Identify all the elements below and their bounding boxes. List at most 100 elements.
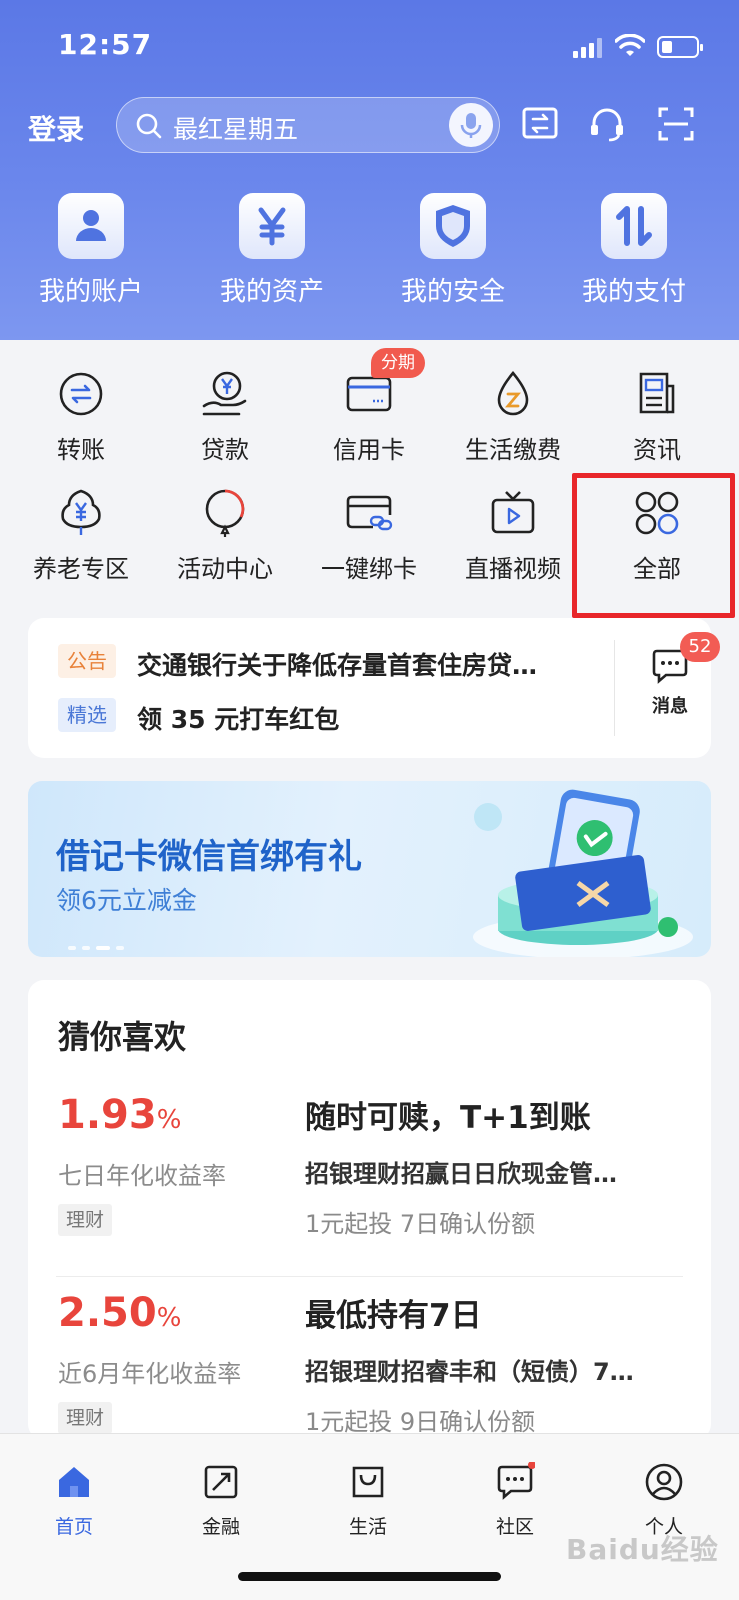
- recommendation-title: 猜你喜欢: [58, 1018, 187, 1056]
- news-icon: [631, 368, 683, 420]
- quick-tile-label: 我的支付: [581, 277, 686, 307]
- service-label: 资讯: [633, 436, 681, 464]
- promo-banner[interactable]: 借记卡微信首绑有礼 领6元立减金: [28, 781, 711, 957]
- yen-icon: [239, 193, 305, 259]
- bind-card-icon: [343, 487, 395, 539]
- battery-icon: [657, 36, 703, 58]
- service-activity[interactable]: 活动中心: [155, 487, 295, 584]
- service-credit-card[interactable]: 信用卡: [299, 368, 439, 465]
- search-icon: [136, 113, 162, 139]
- service-label: 生活缴费: [465, 436, 561, 464]
- product-rate: 1.93%: [58, 1092, 182, 1138]
- switch-icon[interactable]: [520, 104, 560, 144]
- quick-tile-label: 我的资产: [219, 277, 324, 307]
- shield-icon: [420, 193, 486, 259]
- home-icon: [54, 1462, 94, 1502]
- tab-community[interactable]: 社区: [465, 1461, 565, 1539]
- message-button[interactable]: 52 消息: [640, 632, 720, 718]
- quick-my-account[interactable]: 我的账户: [21, 193, 161, 308]
- featured-tag: 精选: [58, 698, 116, 732]
- carousel-indicator: [68, 935, 130, 954]
- scan-icon[interactable]: [656, 104, 696, 144]
- banner-title: 借记卡微信首绑有礼: [56, 837, 362, 877]
- product-headline: 随时可赎，T+1到账: [305, 1100, 591, 1136]
- notice-card: 公告 交通银行关于降低存量首套住房贷… 精选 领 35 元打车红包 52 消息: [28, 618, 720, 758]
- shopping-bag-icon: [348, 1462, 388, 1502]
- product-detail: 1元起投 9日确认份额: [305, 1408, 536, 1436]
- quick-my-assets[interactable]: 我的资产: [202, 193, 342, 308]
- tab-label: 生活: [348, 1516, 387, 1538]
- customer-service-icon[interactable]: [587, 104, 627, 144]
- wifi-icon: [615, 34, 645, 56]
- service-label: 养老专区: [33, 555, 129, 583]
- transfer-arrows-icon: [601, 193, 667, 259]
- announcement-tag: 公告: [58, 644, 116, 678]
- service-label: 转账: [57, 436, 105, 464]
- featured-text[interactable]: 领 35 元打车红包: [137, 700, 339, 736]
- banner-subtitle: 领6元立减金: [56, 886, 197, 915]
- divider: [614, 640, 615, 736]
- signal-icon: [573, 38, 603, 58]
- service-transfer[interactable]: 转账: [11, 368, 151, 465]
- tab-label: 首页: [54, 1516, 93, 1538]
- product-rate-desc: 近6月年化收益率: [58, 1360, 242, 1388]
- service-loan[interactable]: 贷款: [155, 368, 295, 465]
- product-item[interactable]: 2.50% 近6月年化收益率 理财 最低持有7日 招银理财招睿丰和（短债）7… …: [28, 1290, 711, 1440]
- highlight-box: [572, 473, 735, 618]
- product-name: 招银理财招赢日日欣现金管…: [305, 1160, 617, 1188]
- service-label: 信用卡: [333, 436, 405, 464]
- installment-badge: 分期: [371, 348, 425, 378]
- status-time: 12:57: [58, 28, 153, 61]
- service-label: 直播视频: [465, 555, 561, 583]
- chat-icon: [495, 1461, 536, 1502]
- finance-icon: [201, 1462, 241, 1502]
- tab-home[interactable]: 首页: [24, 1462, 124, 1539]
- message-icon: 52: [650, 632, 720, 684]
- quick-my-payment[interactable]: 我的支付: [564, 193, 704, 308]
- search-placeholder: 最红星期五: [173, 115, 299, 144]
- tab-label: 社区: [495, 1516, 534, 1538]
- announcement-text[interactable]: 交通银行关于降低存量首套住房贷…: [137, 646, 537, 682]
- voice-search-button[interactable]: [449, 103, 493, 147]
- loan-icon: [199, 368, 251, 420]
- product-detail: 1元起投 7日确认份额: [305, 1210, 536, 1238]
- product-item[interactable]: 1.93% 七日年化收益率 理财 随时可赎，T+1到账 招银理财招赢日日欣现金管…: [28, 1092, 711, 1272]
- product-name: 招银理财招睿丰和（短债）7…: [305, 1358, 634, 1386]
- service-bind-card[interactable]: 一键绑卡: [299, 487, 439, 584]
- tab-label: 金融: [201, 1516, 240, 1538]
- service-label: 一键绑卡: [321, 555, 417, 583]
- recommendation-card: 猜你喜欢 1.93% 七日年化收益率 理财 随时可赎，T+1到账 招银理财招赢日…: [28, 980, 711, 1440]
- divider: [56, 1276, 683, 1277]
- message-count-badge: 52: [680, 632, 720, 662]
- product-tag: 理财: [58, 1402, 113, 1434]
- banner-illustration: [473, 789, 693, 957]
- service-live-video[interactable]: 直播视频: [443, 487, 583, 584]
- status-bar: 12:57: [0, 28, 739, 68]
- product-headline: 最低持有7日: [305, 1298, 482, 1334]
- product-rate: 2.50%: [58, 1290, 182, 1336]
- service-label: 活动中心: [177, 555, 273, 583]
- balloon-icon: [199, 487, 251, 539]
- home-indicator[interactable]: [238, 1572, 501, 1581]
- service-pension[interactable]: 养老专区: [11, 487, 151, 584]
- service-bill-pay[interactable]: 生活缴费: [443, 368, 583, 465]
- product-tag: 理财: [58, 1204, 113, 1236]
- search-input[interactable]: 最红星期五: [116, 97, 500, 153]
- service-label: 贷款: [201, 436, 249, 464]
- pension-tree-icon: [55, 487, 107, 539]
- profile-icon: [644, 1462, 684, 1502]
- service-news[interactable]: 资讯: [587, 368, 727, 465]
- transfer-icon: [55, 368, 107, 420]
- login-link[interactable]: 登录: [28, 108, 84, 148]
- bill-pay-icon: [487, 368, 539, 420]
- quick-tile-label: 我的安全: [400, 277, 505, 307]
- microphone-icon: [460, 113, 482, 138]
- tab-life[interactable]: 生活: [318, 1462, 418, 1539]
- message-label: 消息: [652, 696, 688, 717]
- watermark: Baidu经验: [566, 1533, 719, 1566]
- quick-tile-label: 我的账户: [38, 277, 143, 307]
- quick-my-security[interactable]: 我的安全: [383, 193, 523, 308]
- tv-icon: [487, 487, 539, 539]
- tab-finance[interactable]: 金融: [171, 1462, 271, 1539]
- user-icon: [58, 193, 124, 259]
